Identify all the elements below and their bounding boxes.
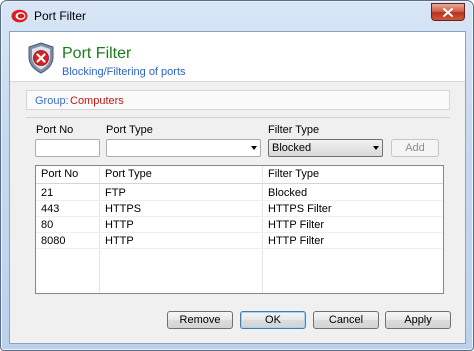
- cell-port-type: HTTP: [105, 219, 134, 231]
- apply-button[interactable]: Apply: [385, 311, 451, 329]
- shield-blocked-icon: [28, 42, 54, 74]
- header-subtitle: Blocking/Filtering of ports: [62, 66, 186, 78]
- window-title: Port Filter: [34, 9, 87, 23]
- port-type-label: Port Type: [106, 124, 153, 136]
- cell-port-type: HTTP: [105, 235, 134, 247]
- cell-filter-type: Blocked: [268, 187, 308, 199]
- cell-port-type: FTP: [105, 187, 126, 199]
- divider: [26, 117, 450, 118]
- dialog-header: Port Filter Blocking/Filtering of ports: [10, 32, 465, 82]
- group-value: Computers: [70, 95, 124, 107]
- dialog-body: Port Filter Blocking/Filtering of ports …: [9, 31, 466, 344]
- dropdown-arrow-icon: [251, 146, 257, 150]
- cell-filter-type: HTTP Filter: [268, 219, 325, 231]
- app-logo-icon: [11, 9, 28, 23]
- column-header-filter-type[interactable]: Filter Type: [263, 166, 443, 184]
- port-filter-window: Port Filter Port Filter Blocking/Filteri…: [0, 0, 474, 351]
- cell-port-no: 80: [41, 219, 54, 231]
- table-row[interactable]: 443 HTTPS HTTPS Filter: [36, 201, 443, 217]
- table-row[interactable]: 8080 HTTP HTTP Filter: [36, 233, 443, 249]
- column-header-port-no[interactable]: Port No: [36, 166, 100, 184]
- cell-port-no: 443: [41, 203, 60, 215]
- dropdown-arrow-icon: [373, 146, 379, 150]
- port-no-input[interactable]: [35, 139, 100, 157]
- cell-port-no: 21: [41, 187, 54, 199]
- group-label: Group:: [35, 95, 69, 107]
- close-icon: [443, 7, 453, 17]
- cell-port-no: 8080: [41, 235, 66, 247]
- filter-type-label: Filter Type: [268, 124, 320, 136]
- close-button[interactable]: [431, 3, 465, 21]
- filter-type-value: Blocked: [272, 142, 312, 154]
- table-row[interactable]: 80 HTTP HTTP Filter: [36, 217, 443, 233]
- port-list-table[interactable]: Port No Port Type Filter Type 21 FTP Blo…: [35, 165, 444, 294]
- header-title: Port Filter: [62, 45, 132, 62]
- remove-button[interactable]: Remove: [167, 311, 233, 329]
- cell-filter-type: HTTP Filter: [268, 235, 325, 247]
- column-header-port-type[interactable]: Port Type: [100, 166, 263, 184]
- cell-port-type: HTTPS: [105, 203, 142, 215]
- port-no-label: Port No: [36, 124, 74, 136]
- group-info-box: Group: Computers: [26, 90, 450, 110]
- cancel-button[interactable]: Cancel: [313, 311, 379, 329]
- port-type-select[interactable]: [106, 139, 261, 157]
- title-bar[interactable]: Port Filter: [1, 1, 473, 31]
- table-row[interactable]: 21 FTP Blocked: [36, 185, 443, 201]
- add-button[interactable]: Add: [391, 139, 439, 157]
- cell-filter-type: HTTPS Filter: [268, 203, 332, 215]
- ok-button[interactable]: OK: [240, 311, 306, 329]
- filter-type-select[interactable]: Blocked: [268, 139, 383, 157]
